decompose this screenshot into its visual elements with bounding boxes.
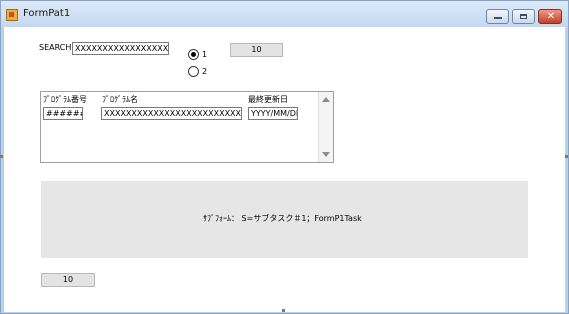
radio-option-1-label: 1 (202, 50, 208, 59)
resize-handle-bottom[interactable] (282, 309, 285, 312)
scroll-up-icon[interactable] (322, 97, 330, 102)
close-button[interactable]: ✕ (538, 9, 562, 24)
radio-option-2-label: 2 (202, 67, 208, 76)
search-input[interactable]: XXXXXXXXXXXXXXXXXXXXXXXXX (72, 42, 169, 55)
column-header-program-name: ﾌﾟﾛｸﾞﾗﾑ名 (102, 95, 138, 104)
search-count-display: 10 (230, 43, 283, 57)
resize-handle-right[interactable] (565, 155, 568, 158)
form-window: FormPat1 ✕ SEARCH XXXXXXXXXXXXXXXXXXXXXX… (0, 0, 569, 314)
list-scrollbar[interactable] (318, 92, 333, 162)
radio-option-1[interactable] (188, 49, 199, 60)
footer-count-display: 10 (41, 273, 95, 287)
resize-handle-left[interactable] (0, 155, 3, 158)
minimize-button[interactable] (486, 9, 509, 24)
search-label: SEARCH (39, 43, 72, 52)
title-bar[interactable]: FormPat1 ✕ (1, 1, 568, 27)
subform-caption: ｻﾌﾞﾌｫｰﾑ： S=サブタスク＃1；FormP1Task (203, 214, 362, 223)
maximize-button[interactable] (512, 9, 535, 24)
scroll-down-icon[interactable] (322, 152, 330, 157)
subform-panel: ｻﾌﾞﾌｫｰﾑ： S=サブタスク＃1；FormP1Task (41, 181, 528, 258)
form-client-area: SEARCH XXXXXXXXXXXXXXXXXXXXXXXXX 1 2 10 … (4, 27, 565, 312)
radio-option-2[interactable] (188, 66, 199, 77)
maximize-icon (520, 14, 527, 19)
program-list[interactable]: ﾌﾟﾛｸﾞﾗﾑ番号 ﾌﾟﾛｸﾞﾗﾑ名 最終更新日 ######## XXXXXX… (40, 91, 334, 163)
minimize-icon (494, 14, 502, 19)
program-number-field[interactable]: ######## (43, 107, 83, 120)
column-header-last-updated: 最終更新日 (248, 95, 288, 104)
window-title: FormPat1 (23, 8, 71, 19)
close-icon: ✕ (546, 11, 556, 22)
program-name-field[interactable]: XXXXXXXXXXXXXXXXXXXXXXXXXXXXXXXXXXXXXXXX (101, 107, 242, 120)
last-updated-field[interactable]: YYYY/MM/DD (248, 107, 298, 120)
column-header-program-number: ﾌﾟﾛｸﾞﾗﾑ番号 (43, 95, 87, 104)
app-icon (6, 9, 18, 21)
